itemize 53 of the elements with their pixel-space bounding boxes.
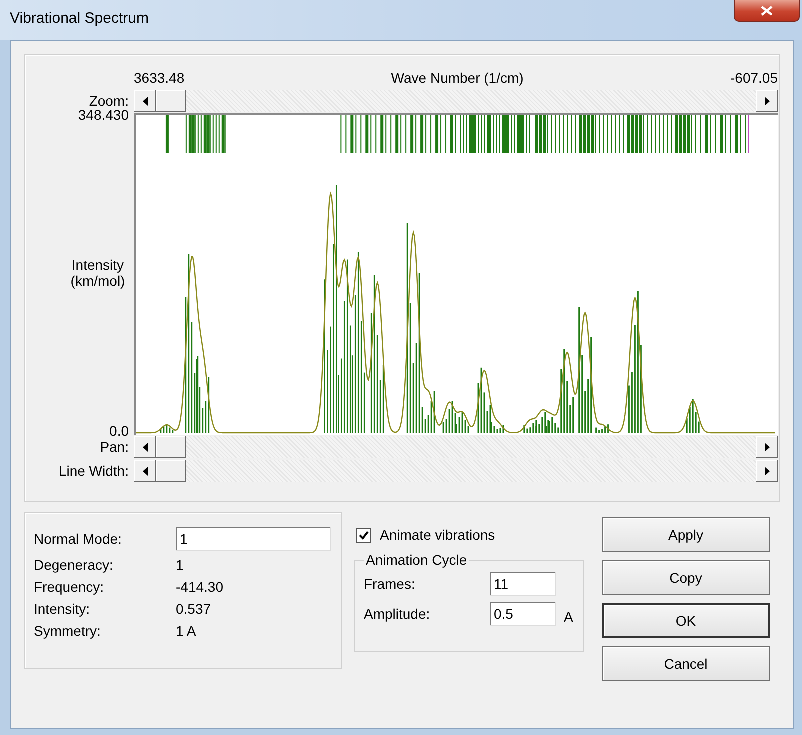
- axis-value: 0.0: [110, 423, 129, 439]
- group-title: Animation Cycle: [365, 552, 468, 568]
- dialog-button[interactable]: Cancel: [602, 646, 770, 681]
- input-field[interactable]: 0.5: [490, 602, 556, 626]
- scrollbar-track[interactable]: [134, 90, 778, 112]
- info-value: 1: [176, 557, 185, 573]
- scrollbar-thumb[interactable]: [156, 460, 186, 482]
- input-field[interactable]: 11: [490, 572, 556, 596]
- scroll-left-button[interactable]: [134, 460, 156, 482]
- field-label: Frames:: [364, 576, 416, 592]
- window-title: Vibrational Spectrum: [10, 10, 149, 27]
- left-arrow-icon: [142, 442, 148, 452]
- normal-mode-field[interactable]: 1: [176, 527, 331, 551]
- scroll-left-button[interactable]: [134, 436, 156, 458]
- close-button[interactable]: [734, 0, 800, 22]
- info-label: Degeneracy:: [34, 557, 114, 573]
- info-label: Intensity:: [34, 601, 92, 617]
- right-arrow-icon: [764, 466, 770, 476]
- right-arrow-icon: [764, 442, 770, 452]
- info-value: 0.537: [176, 601, 212, 617]
- info-label: Frequency:: [34, 579, 106, 595]
- axis-value: 3633.48: [134, 70, 185, 86]
- scroll-right-button[interactable]: [756, 436, 778, 458]
- left-arrow-icon: [142, 96, 148, 106]
- axis-title: Intensity (km/mol): [70, 257, 126, 289]
- checkbox-label: Animate vibrations: [380, 527, 496, 543]
- scrollbar-track[interactable]: [134, 436, 778, 458]
- axis-title: Wave Number (1/cm): [391, 70, 524, 86]
- dialog-button[interactable]: OK: [602, 603, 770, 638]
- scroll-right-button[interactable]: [756, 460, 778, 482]
- scrollbar-thumb[interactable]: [156, 436, 186, 458]
- scroll-left-button[interactable]: [134, 90, 156, 112]
- dialog-button[interactable]: Copy: [602, 560, 770, 595]
- info-value: 1 A: [176, 623, 198, 639]
- field-label: Amplitude:: [364, 606, 432, 622]
- scrollbar-track[interactable]: [134, 460, 778, 482]
- checkbox[interactable]: [356, 528, 371, 542]
- check-icon: [358, 530, 368, 540]
- left-arrow-icon: [142, 466, 148, 476]
- info-value: -414.30: [176, 579, 224, 595]
- axis-value: 348.430: [78, 107, 129, 123]
- scroll-right-button[interactable]: [756, 90, 778, 112]
- close-icon: [761, 6, 773, 16]
- axis-value: -607.05: [730, 70, 778, 86]
- scrollbar-label: Pan:: [99, 439, 129, 455]
- field-label: Normal Mode:: [34, 531, 123, 547]
- scrollbar-thumb[interactable]: [156, 90, 186, 112]
- right-arrow-icon: [764, 96, 770, 106]
- scrollbar-label: Line Width:: [58, 463, 129, 479]
- info-label: Symmetry:: [34, 623, 102, 639]
- unit-label: A: [564, 609, 574, 625]
- dialog-button[interactable]: Apply: [602, 517, 770, 552]
- scrollbar-label: Zoom:: [88, 93, 129, 109]
